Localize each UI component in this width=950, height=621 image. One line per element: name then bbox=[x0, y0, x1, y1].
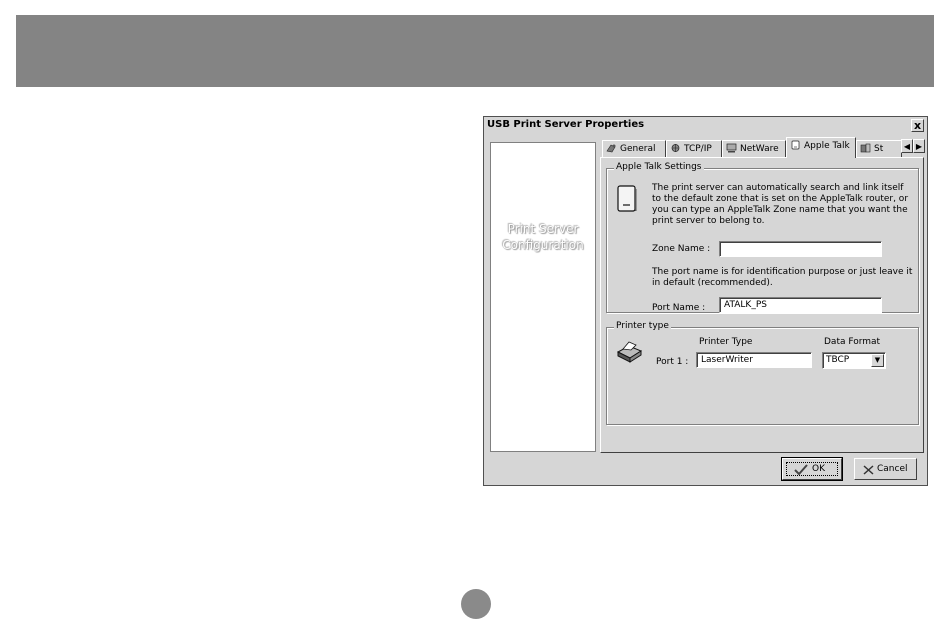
appletalk-device-icon bbox=[617, 185, 637, 212]
tab-status[interactable]: St bbox=[856, 140, 902, 157]
port1-label: Port 1 : bbox=[656, 357, 689, 367]
tab-netware[interactable]: NetWare bbox=[722, 140, 786, 157]
sidebar-title-line1: Print Server bbox=[507, 222, 579, 236]
printer-type-input[interactable]: LaserWriter bbox=[696, 352, 812, 368]
port-name-note: The port name is for identification purp… bbox=[652, 267, 913, 288]
close-icon: x bbox=[913, 119, 922, 132]
chevron-down-icon[interactable]: ▼ bbox=[871, 354, 884, 367]
title-bar[interactable]: USB Print Server Properties x bbox=[484, 117, 927, 135]
tab-label: Apple Talk bbox=[804, 141, 850, 151]
netware-icon bbox=[726, 143, 737, 153]
tcpip-icon bbox=[671, 144, 680, 152]
port-name-label: Port Name : bbox=[652, 303, 706, 313]
tab-appletalk[interactable]: Apple Talk bbox=[786, 137, 856, 158]
tab-scroll-right-icon[interactable]: ▶ bbox=[913, 139, 925, 153]
port-name-input[interactable]: ATALK_PS bbox=[719, 297, 882, 313]
zone-name-label: Zone Name : bbox=[652, 244, 711, 254]
printer-type-title: Printer type bbox=[614, 321, 671, 331]
page-marker bbox=[461, 589, 491, 619]
printer-type-group: Printer type Printer Type Data Format Po… bbox=[606, 321, 919, 425]
printer-icon bbox=[616, 341, 643, 363]
general-icon bbox=[606, 144, 616, 153]
sidebar-title: Print Server Configuration bbox=[491, 221, 595, 253]
tab-strip: General TCP/IP NetWare Apple Talk St ◀ ▶ bbox=[602, 137, 927, 158]
cancel-x-icon bbox=[863, 465, 874, 475]
ok-label: OK bbox=[812, 464, 825, 474]
properties-dialog: USB Print Server Properties x Print Serv… bbox=[483, 116, 928, 486]
appletalk-panel: Apple Talk Settings The print server can… bbox=[600, 157, 924, 453]
data-format-select[interactable]: TBCP ▼ bbox=[822, 352, 886, 369]
appletalk-settings-group: Apple Talk Settings The print server can… bbox=[606, 162, 919, 313]
tab-label: General bbox=[620, 144, 656, 154]
tab-label: TCP/IP bbox=[684, 144, 712, 154]
close-button[interactable]: x bbox=[911, 119, 924, 132]
printer-type-column-header: Printer Type bbox=[699, 337, 753, 347]
tab-scroll-arrows: ◀ ▶ bbox=[901, 139, 925, 158]
appletalk-description: The print server can automatically searc… bbox=[652, 183, 909, 226]
data-format-value: TBCP bbox=[826, 355, 850, 365]
tab-label: NetWare bbox=[740, 144, 779, 154]
status-icon bbox=[860, 143, 871, 153]
data-format-column-header: Data Format bbox=[824, 337, 881, 347]
ok-button[interactable]: OK bbox=[781, 457, 843, 481]
window-title: USB Print Server Properties bbox=[487, 119, 645, 130]
cancel-label: Cancel bbox=[877, 464, 908, 474]
tab-general[interactable]: General bbox=[602, 140, 666, 157]
cancel-button[interactable]: Cancel bbox=[854, 458, 917, 480]
zone-name-input[interactable] bbox=[719, 241, 882, 257]
header-band bbox=[16, 15, 934, 87]
tab-label: St bbox=[874, 144, 884, 154]
sidebar-title-line2: Configuration bbox=[502, 238, 584, 252]
tab-scroll-left-icon[interactable]: ◀ bbox=[901, 139, 913, 153]
checkmark-icon bbox=[794, 464, 808, 475]
appletalk-settings-title: Apple Talk Settings bbox=[614, 162, 704, 172]
sidebar-panel: Print Server Configuration bbox=[490, 142, 596, 452]
tab-tcpip[interactable]: TCP/IP bbox=[666, 140, 722, 157]
appletalk-icon bbox=[791, 140, 800, 150]
